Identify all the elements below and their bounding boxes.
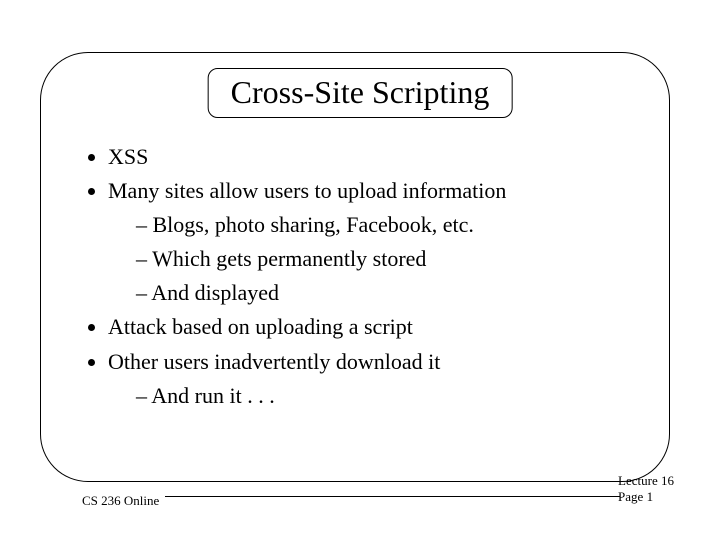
bullet-text: Many sites allow users to upload informa… <box>108 178 506 203</box>
footer-lecture: Lecture 16 <box>618 473 674 489</box>
bullet-attack-script: Attack based on uploading a script <box>108 310 640 344</box>
sub-bullet-blogs: Blogs, photo sharing, Facebook, etc. <box>136 208 640 242</box>
sub-bullet-stored: Which gets permanently stored <box>136 242 640 276</box>
footer-course: CS 236 Online <box>82 493 159 509</box>
bullet-text: Other users inadvertently download it <box>108 349 440 374</box>
bullet-upload-info: Many sites allow users to upload informa… <box>108 174 640 310</box>
slide-title: Cross-Site Scripting <box>208 68 513 118</box>
footer-lecture-page: Lecture 16 Page 1 <box>618 473 674 506</box>
footer-divider <box>165 496 620 497</box>
footer-page: Page 1 <box>618 489 674 505</box>
slide-content: XSS Many sites allow users to upload inf… <box>80 140 640 413</box>
bullet-xss: XSS <box>108 140 640 174</box>
sub-bullet-displayed: And displayed <box>136 276 640 310</box>
bullet-download: Other users inadvertently download it An… <box>108 345 640 413</box>
sub-bullet-run-it: And run it . . . <box>136 379 640 413</box>
